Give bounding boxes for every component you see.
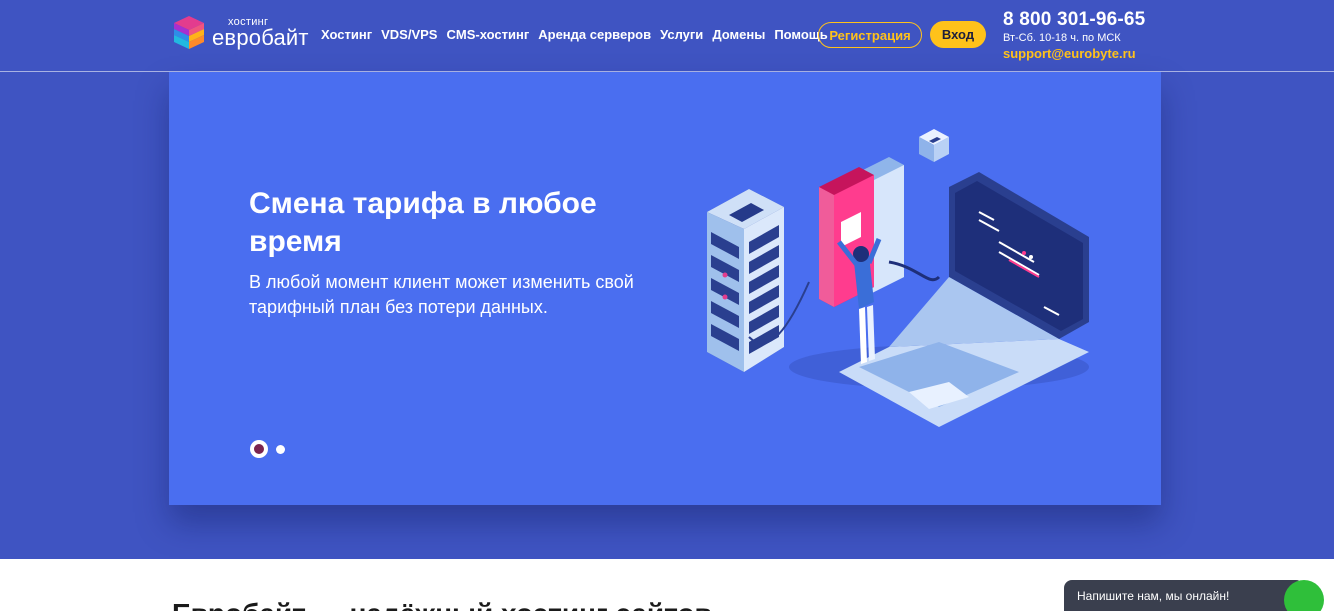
slider-dot-1[interactable] [250,440,268,458]
chat-label: Напишите нам, мы онлайн! [1077,589,1230,603]
slider-dot-2[interactable] [276,444,285,454]
chat-widget[interactable]: Напишите нам, мы онлайн! [1064,580,1304,611]
nav-item-server-rental[interactable]: Аренда серверов [538,27,651,42]
nav-item-domains[interactable]: Домены [712,27,765,42]
slider-dots [250,440,285,458]
phone-number[interactable]: 8 800 301-96-65 [1003,10,1145,30]
site-header: хостинг евробайт Хостинг VDS/VPS CMS-хос… [0,0,1334,72]
nav-item-cms-hosting[interactable]: CMS-хостинг [446,27,529,42]
login-button[interactable]: Вход [930,21,986,48]
working-hours: Вт-Сб. 10-18 ч. по МСК [1003,32,1121,44]
support-email[interactable]: support@eurobyte.ru [1003,46,1145,61]
logo[interactable]: хостинг евробайт [172,14,309,52]
hero-slide: Смена тарифа в любое время В любой момен… [169,72,1161,505]
nav-item-hosting[interactable]: Хостинг [321,27,372,42]
previous-slide-remnant [209,72,309,76]
chat-online-indicator[interactable] [1284,580,1324,611]
previous-slide-remnant [599,72,699,76]
register-button[interactable]: Регистрация [818,22,922,48]
nav-item-vds-vps[interactable]: VDS/VPS [381,27,437,42]
slide-text: В любой момент клиент может изменить сво… [249,272,634,317]
main-nav: Хостинг VDS/VPS CMS-хостинг Аренда серве… [321,27,837,42]
logo-cube-icon [174,16,204,49]
nav-item-services[interactable]: Услуги [660,27,703,42]
server-laptop-illustration [707,129,1089,427]
slide-title: Смена тарифа в любое время [249,187,597,258]
section-heading-cut-off: Евробайт — надёжный хостинг сайтов [172,598,712,611]
contacts: 8 800 301-96-65 Вт-Сб. 10-18 ч. по МСК s… [1003,10,1145,62]
logo-name: евробайт [212,25,309,50]
